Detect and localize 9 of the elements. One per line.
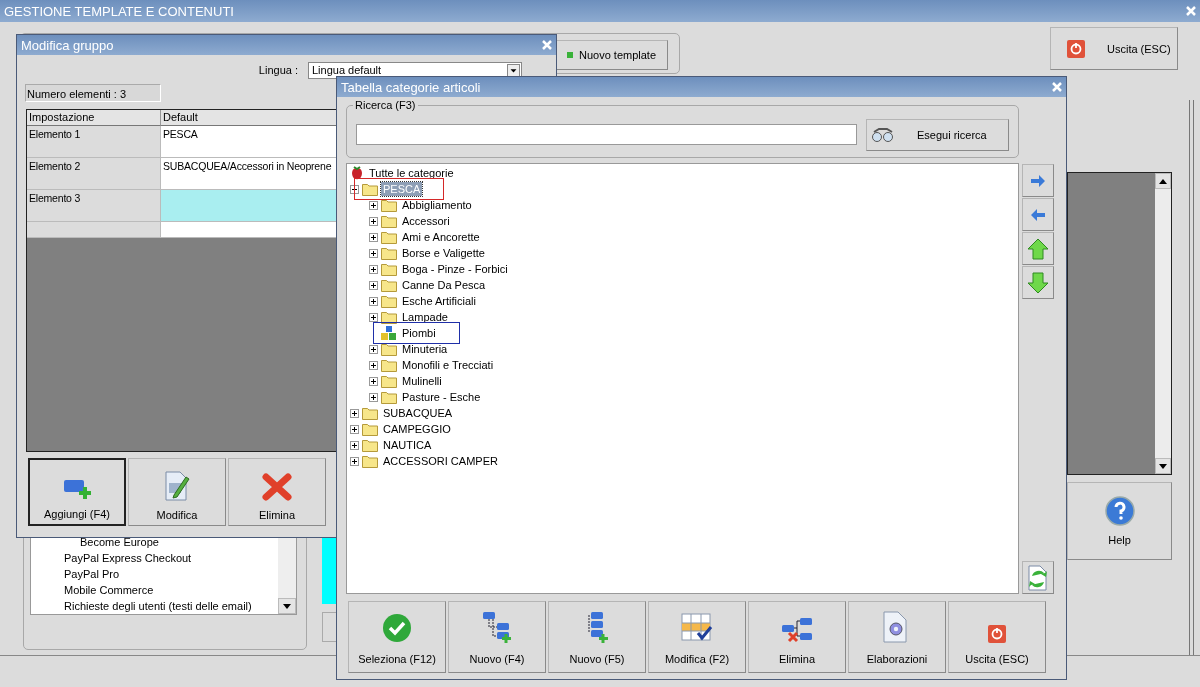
search-label: Ricerca (F3) [353, 99, 418, 111]
window-title: Modifica gruppo [21, 37, 114, 53]
table-cell: Elemento 1 [27, 126, 161, 158]
window-title: GESTIONE TEMPLATE E CONTENUTI [4, 3, 234, 19]
window-title: Tabella categorie articoli [341, 79, 481, 95]
table-cell: Elemento 3 [27, 190, 161, 222]
table-cell: Elemento 2 [27, 158, 161, 190]
element-count: Numero elementi : 3 [25, 84, 161, 102]
language-label: Lingua : [258, 64, 298, 76]
